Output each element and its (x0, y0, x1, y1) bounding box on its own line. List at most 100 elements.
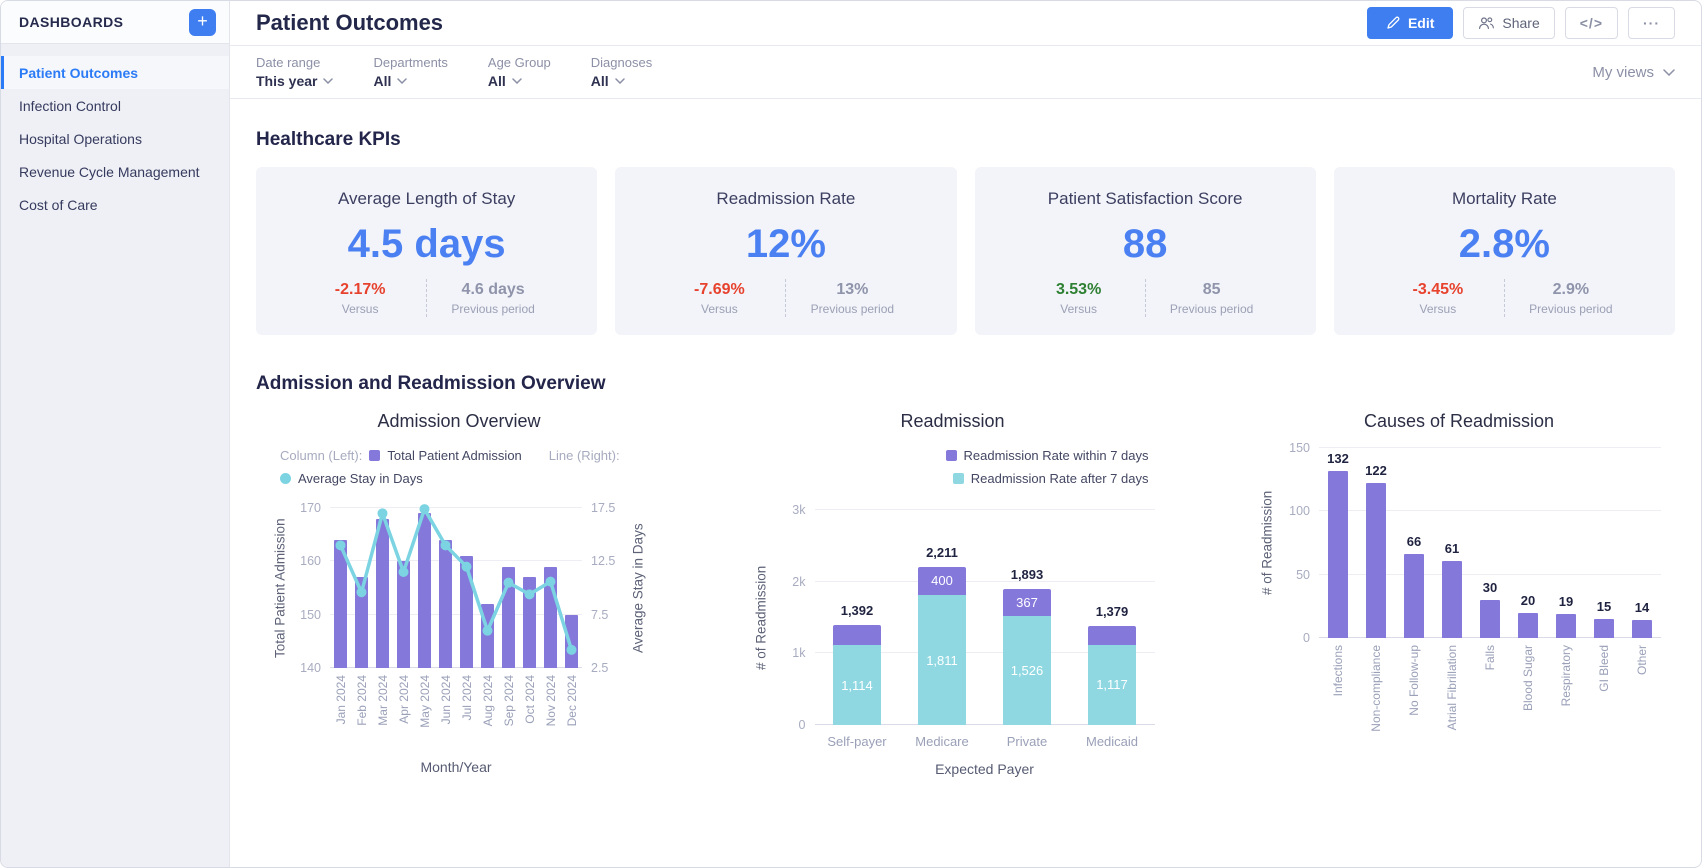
within-7-days-segment[interactable]: 367 (1003, 589, 1051, 615)
sidebar-item-infection-control[interactable]: Infection Control (1, 89, 229, 122)
filter-label: Diagnoses (591, 55, 652, 70)
filter-age-group[interactable]: Age GroupAll (488, 55, 551, 89)
y-tick: 12.5 (591, 554, 615, 568)
add-dashboard-button[interactable]: + (189, 9, 216, 36)
share-button[interactable]: Share (1463, 7, 1554, 39)
line-point[interactable] (483, 626, 493, 636)
after-7-days-segment[interactable]: 1,526 (1003, 616, 1051, 725)
sidebar-item-revenue-cycle-management[interactable]: Revenue Cycle Management (1, 155, 229, 188)
kpi-previous-value: 2.9% (1505, 281, 1637, 299)
line-point[interactable] (336, 540, 346, 550)
after-7-days-segment[interactable]: 1,114 (833, 645, 881, 725)
segment-label: 400 (931, 573, 953, 588)
stacked-bar-private[interactable]: 1,8933671,526 (985, 510, 1070, 725)
sidebar-item-cost-of-care[interactable]: Cost of Care (1, 188, 229, 221)
line-point[interactable] (546, 577, 556, 587)
filter-diagnoses[interactable]: DiagnosesAll (591, 55, 652, 89)
stacked-bar-self-payer[interactable]: 1,3921,114 (815, 510, 900, 725)
kpi-value: 12% (746, 222, 826, 267)
filter-departments[interactable]: DepartmentsAll (373, 55, 447, 89)
edit-button-label: Edit (1408, 15, 1434, 31)
legend-column-label: Column (Left): (280, 448, 362, 463)
after-7-days-segment[interactable]: 1,811 (918, 595, 966, 725)
sidebar-item-patient-outcomes[interactable]: Patient Outcomes (1, 56, 229, 89)
within-7-days-segment[interactable] (1088, 626, 1136, 645)
y-tick: 3k (792, 503, 805, 517)
x-label-jul-2024: Jul 2024 (456, 675, 477, 720)
cause-bar-blood-sugar[interactable] (1518, 613, 1538, 638)
line-point[interactable] (378, 508, 388, 518)
header-actions: Edit Share </> ··· (1367, 7, 1675, 39)
plus-icon: + (197, 12, 208, 30)
segment-label: 1,117 (1096, 677, 1128, 692)
embed-code-button[interactable]: </> (1565, 7, 1618, 39)
cause-bar-respiratory[interactable] (1556, 614, 1576, 638)
line-point[interactable] (420, 504, 430, 514)
y-tick: 100 (1289, 504, 1310, 518)
segment-label: 1,811 (926, 653, 958, 668)
line-point[interactable] (504, 578, 514, 588)
x-label-aug-2024: Aug 2024 (477, 675, 498, 726)
bar-value-label: 14 (1623, 600, 1661, 615)
more-options-button[interactable]: ··· (1628, 7, 1675, 39)
legend-row: Readmission Rate within 7 days (751, 448, 1149, 463)
filter-selected-value: All (488, 73, 506, 89)
line-point[interactable] (441, 540, 451, 550)
filter-selected-value: All (373, 73, 391, 89)
kpi-delta-label: Versus (653, 302, 785, 316)
cause-bar-infections[interactable] (1328, 471, 1348, 638)
kpi-previous-value: 13% (786, 281, 918, 299)
sidebar-title: DASHBOARDS (19, 14, 123, 30)
filter-date-range[interactable]: Date rangeThis year (256, 55, 333, 89)
within-7-days-segment[interactable]: 400 (918, 567, 966, 596)
code-icon: </> (1580, 15, 1603, 31)
cause-bar-non-compliance[interactable] (1366, 483, 1386, 638)
people-icon (1478, 16, 1494, 30)
y-tick: 0 (799, 718, 806, 732)
kpi-card-readmission-rate: Readmission Rate12%-7.69%Versus13%Previo… (615, 167, 956, 335)
right-axis-title: Average Stay in Days (628, 508, 648, 668)
stacked-bar-medicare[interactable]: 2,211 400 1,811 (900, 510, 985, 725)
top-header: Patient Outcomes Edit Share </> ··· (230, 1, 1701, 46)
bar-value-label: 20 (1509, 593, 1547, 608)
filter-value: All (488, 73, 551, 89)
kpi-delta: -3.45% (1372, 281, 1504, 299)
line-point[interactable] (525, 589, 535, 599)
line-point[interactable] (567, 645, 577, 655)
cause-bar-other[interactable] (1632, 620, 1652, 638)
line-point[interactable] (462, 562, 472, 572)
cause-bar-atrial-fibrillation[interactable] (1442, 561, 1462, 638)
within-7-days-segment[interactable] (833, 625, 881, 645)
line-point[interactable] (399, 567, 409, 577)
line-point[interactable] (357, 587, 367, 597)
chevron-down-icon (323, 78, 333, 84)
after-7-days-segment[interactable]: 1,117 (1088, 645, 1136, 725)
left-axis-ticks: 140150160170 (290, 508, 330, 668)
cause-bar-no-follow-up[interactable] (1404, 554, 1424, 638)
y-tick: 0 (1303, 631, 1310, 645)
filter-selected-value: This year (256, 73, 317, 89)
edit-button[interactable]: Edit (1367, 7, 1453, 39)
kpi-value: 2.8% (1459, 222, 1550, 267)
column-series-swatch (369, 450, 380, 461)
kpi-delta-block: -7.69%Versus (653, 281, 785, 316)
x-label-non-compliance: Non-compliance (1357, 645, 1395, 732)
readmission-legend: Readmission Rate within 7 days Readmissi… (751, 448, 1149, 494)
my-views-dropdown[interactable]: My views (1592, 64, 1675, 81)
sidebar-header: DASHBOARDS + (1, 1, 229, 44)
total-label: 2,211 (900, 545, 985, 560)
right-axis-ticks: 2.57.512.517.5 (582, 508, 628, 668)
x-axis-labels: InfectionsNon-complianceNo Follow-upAtri… (1319, 645, 1661, 757)
y-axis-ticks: 01k2k3k (771, 510, 815, 725)
cause-bar-falls[interactable] (1480, 600, 1500, 638)
kpi-previous-block: 2.9%Previous period (1505, 281, 1637, 316)
kpi-delta-label: Versus (1013, 302, 1145, 316)
kpi-previous-block: 85Previous period (1146, 281, 1278, 316)
kpi-title: Mortality Rate (1452, 189, 1557, 209)
cause-bar-gi-bleed[interactable] (1594, 619, 1614, 638)
stacked-bar-medicaid[interactable]: 1,3791,117 (1070, 510, 1155, 725)
y-tick: 17.5 (591, 501, 615, 515)
y-axis-title: # of Readmission (751, 510, 771, 725)
chart-title: Readmission (751, 411, 1155, 432)
sidebar-item-hospital-operations[interactable]: Hospital Operations (1, 122, 229, 155)
